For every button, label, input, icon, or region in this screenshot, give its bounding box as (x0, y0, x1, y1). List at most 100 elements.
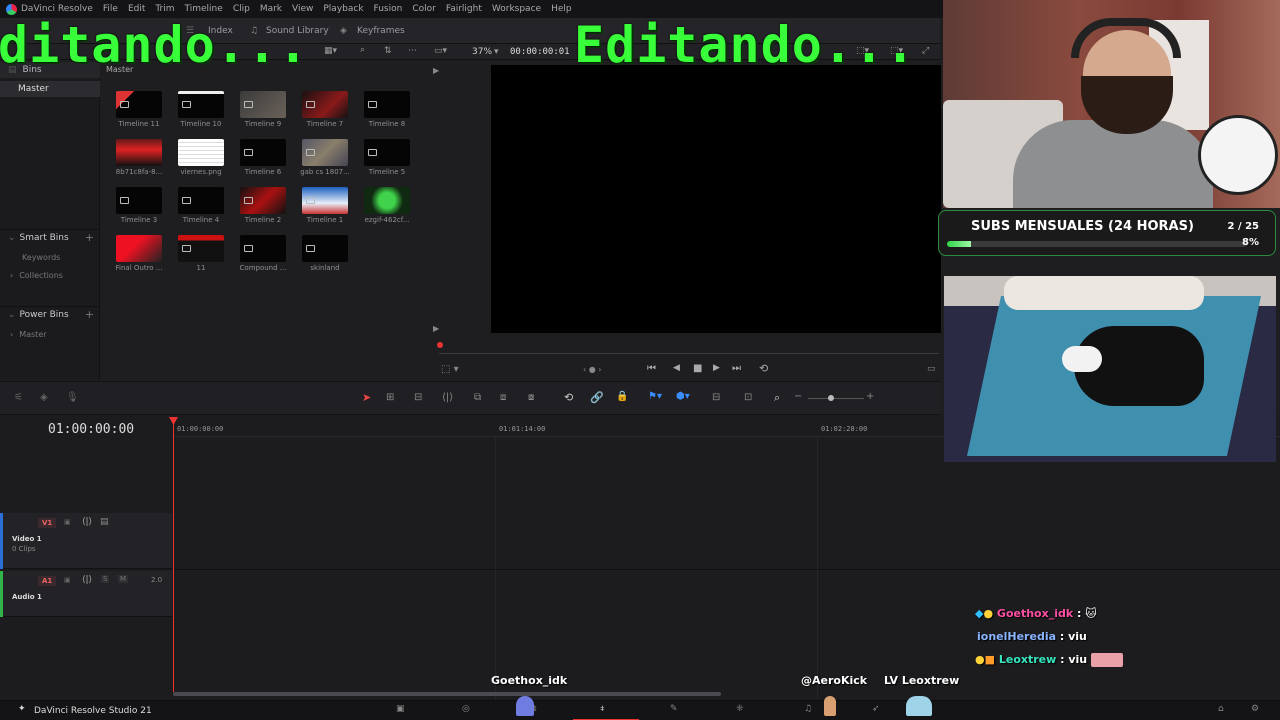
zoom-slider-handle[interactable] (828, 395, 834, 401)
timeline-timecode[interactable]: 01:00:00:00 (48, 422, 134, 437)
clip-thumbnail[interactable] (302, 187, 348, 214)
insert-clip-icon[interactable]: ⧉ (474, 392, 481, 403)
zoom-detail-icon[interactable]: ⊡ (744, 392, 752, 403)
smart-bin-collections[interactable]: › Collections (0, 267, 100, 283)
zoom-in-icon[interactable]: + (866, 391, 874, 402)
clip-thumbnail[interactable] (240, 139, 286, 166)
stop-icon[interactable]: ■ (693, 363, 702, 374)
clip-thumbnail[interactable] (116, 235, 162, 262)
mute-button[interactable]: M (118, 575, 129, 583)
flag-icon[interactable]: ⚑▾ (648, 391, 662, 402)
crop-icon[interactable]: ⬚ ▾ (441, 364, 459, 375)
snapping-icon[interactable]: ⟲ (564, 391, 573, 404)
menu-timeline[interactable]: Timeline (180, 4, 228, 14)
zoom-full-icon[interactable]: ⊟ (712, 392, 720, 403)
clip-thumbnail[interactable] (364, 139, 410, 166)
timeline-scrollbar[interactable] (173, 692, 721, 696)
clip-thumbnail[interactable] (178, 139, 224, 166)
gear-icon[interactable]: ⚙ (1251, 704, 1259, 714)
sort-icon[interactable]: ⇅ (384, 46, 392, 56)
loop-icon[interactable]: ⟲ (759, 362, 768, 375)
clip-thumbnail[interactable] (116, 187, 162, 214)
menu-clip[interactable]: Clip (228, 4, 255, 14)
chevron-down-icon[interactable]: ▾ (494, 47, 499, 57)
zoom-out-icon[interactable]: − (794, 391, 802, 402)
menu-view[interactable]: View (287, 4, 318, 14)
menu-help[interactable]: Help (546, 4, 577, 14)
play-reverse-icon[interactable]: ◀ (673, 363, 680, 373)
power-bin-master[interactable]: › Master (0, 326, 100, 342)
scrubber-bar[interactable] (439, 353, 939, 354)
clip-thumbnail[interactable] (240, 91, 286, 118)
track-id-a1[interactable]: A1 (38, 576, 57, 586)
last-frame-icon[interactable]: ⏭ (732, 363, 741, 374)
app-menu[interactable]: DaVinci Resolve (0, 3, 98, 15)
selection-tool-icon[interactable]: ➤ (362, 391, 371, 404)
overwrite-clip-icon[interactable]: ⧈ (500, 392, 506, 403)
more-options-icon[interactable]: ⋯ (408, 46, 417, 56)
power-bins-header[interactable]: ⌄ Power Bins + (0, 306, 100, 322)
zoom-icon[interactable]: ⌕ (774, 391, 780, 405)
color-page-icon[interactable]: ⁜ (736, 704, 744, 714)
lock-icon[interactable]: ▣ (64, 576, 71, 584)
auto-select-icon[interactable]: ⟨|⟩ (82, 575, 92, 585)
menu-workspace[interactable]: Workspace (487, 4, 546, 14)
menu-trim[interactable]: Trim (150, 4, 179, 14)
deliver-page-icon[interactable]: ➶ (872, 704, 880, 714)
menu-edit[interactable]: Edit (123, 4, 150, 14)
smart-bin-keywords[interactable]: Keywords (0, 249, 100, 265)
add-power-bin-icon[interactable]: + (85, 308, 94, 321)
zoom-level[interactable]: 37% (472, 47, 492, 57)
layout-icon[interactable]: ⚟ (14, 392, 23, 403)
clip-thumbnail[interactable] (116, 91, 162, 118)
viewer-layout-icon[interactable]: ▭▾ (434, 46, 447, 56)
dynamic-trim-icon[interactable]: ⊟ (414, 392, 422, 403)
fairlight-page-icon[interactable]: ♫ (804, 704, 812, 714)
scrubber-handle[interactable] (437, 342, 443, 348)
media-page-icon[interactable]: ▣ (396, 704, 405, 714)
solo-button[interactable]: S (101, 575, 110, 583)
menu-mark[interactable]: Mark (255, 4, 287, 14)
fullscreen-icon[interactable]: ⤢ (922, 46, 929, 56)
marker-icon[interactable]: ⬢▾ (676, 391, 690, 402)
auto-select-icon[interactable]: ⟨|⟩ (82, 517, 92, 527)
clip-thumbnail[interactable] (178, 91, 224, 118)
lock-icon[interactable]: ▣ (64, 518, 71, 526)
clip-thumbnail[interactable] (364, 91, 410, 118)
clip-thumbnail[interactable] (302, 91, 348, 118)
clip-thumbnail[interactable] (240, 235, 286, 262)
edit-page-tab[interactable]: ⧧ (573, 701, 639, 720)
search-icon[interactable]: ⌕ (360, 45, 365, 55)
menu-playback[interactable]: Playback (318, 4, 368, 14)
menu-fairlight[interactable]: Fairlight (441, 4, 487, 14)
track-id-v1[interactable]: V1 (38, 518, 57, 528)
add-smart-bin-icon[interactable]: + (85, 231, 94, 244)
clip-thumbnail[interactable] (302, 139, 348, 166)
replace-clip-icon[interactable]: ⧇ (528, 392, 534, 403)
clip-thumbnail[interactable] (364, 187, 410, 214)
blade-tool-icon[interactable]: ⟨|⟩ (442, 392, 453, 403)
keyframes-button[interactable]: Keyframes (357, 26, 405, 36)
bin-master[interactable]: Master (0, 81, 100, 97)
track-visibility-icon[interactable]: ▤ (100, 517, 109, 527)
cut-page-icon[interactable]: ◎ (462, 704, 470, 714)
menu-color[interactable]: Color (407, 4, 441, 14)
menu-file[interactable]: File (98, 4, 123, 14)
clip-thumbnail[interactable] (240, 187, 286, 214)
trim-tool-icon[interactable]: ⊞ (386, 392, 394, 403)
lock-icon[interactable]: 🔒 (616, 391, 628, 402)
clip-thumbnail[interactable] (302, 235, 348, 262)
home-icon[interactable]: ⌂ (1218, 704, 1224, 714)
clip-thumbnail[interactable] (178, 187, 224, 214)
jog-control[interactable]: ‹ ● › (583, 365, 601, 374)
fusion-page-icon[interactable]: ✎ (670, 704, 678, 714)
match-frame-icon[interactable]: ▭ (927, 364, 936, 374)
clip-thumbnail[interactable] (178, 235, 224, 262)
effects-icon[interactable]: ◈ (40, 392, 48, 403)
link-icon[interactable]: 🔗 (590, 391, 604, 404)
microphone-icon[interactable]: 🎙 (66, 392, 79, 403)
smart-bins-header[interactable]: ⌄ Smart Bins + (0, 229, 100, 245)
clip-thumbnail[interactable] (116, 139, 162, 166)
zoom-slider[interactable] (808, 398, 864, 399)
grid-view-icon[interactable]: ▦▾ (324, 46, 337, 56)
